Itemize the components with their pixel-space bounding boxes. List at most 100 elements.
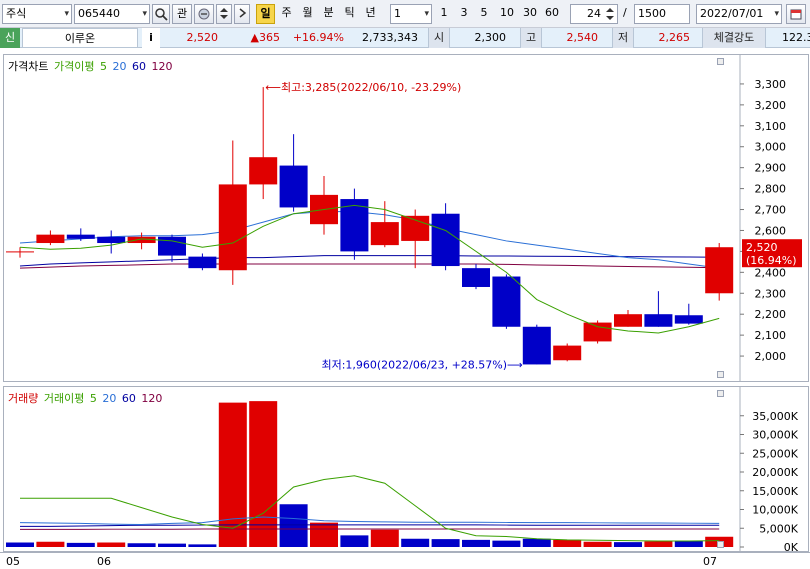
price-tick-label: 2,100 (755, 329, 787, 342)
period-button-month[interactable]: 월 (298, 4, 317, 24)
panel-resize-handle[interactable] (717, 541, 724, 548)
price-ma60-line (19, 255, 720, 267)
calendar-button[interactable] (786, 4, 806, 24)
date-select[interactable]: 2022/07/01 (696, 4, 782, 24)
volume-tick-label: 35,000K (752, 410, 798, 423)
date-value: 2022/07/01 (700, 7, 764, 20)
minute-label: 3 (460, 6, 468, 19)
volume-bar (127, 543, 156, 547)
panel-maximize-button[interactable] (717, 58, 724, 65)
quote-info-bar: 신 이루온 i 2,520 ▲365 +16.94% 2,733,343 시 2… (0, 28, 810, 48)
price-chart[interactable]: 2,0002,1002,2002,3002,4002,5002,6002,700… (4, 55, 808, 381)
stock-info-button[interactable]: i (142, 28, 160, 48)
volume-legend: 거래량 거래이평 5 20 60 120 (8, 390, 164, 406)
period-button-tick[interactable]: 틱 (340, 4, 359, 24)
stock-name: 이루온 (22, 28, 138, 48)
price-legend-ma120: 120 (151, 60, 173, 73)
volume-bar (370, 529, 399, 547)
period-label: 년 (365, 6, 376, 19)
chevron-right-icon (239, 8, 247, 18)
price-tick-label: 3,200 (755, 99, 787, 112)
volume-bar (340, 535, 369, 547)
minute-button-60[interactable]: 60 (541, 4, 563, 24)
low-price: 2,265 (658, 31, 691, 44)
link-icon (198, 8, 210, 20)
up-down-arrows-icon[interactable] (604, 5, 616, 23)
volume-bar (462, 539, 490, 547)
candle-body (583, 322, 612, 342)
price-tick-label: 2,800 (755, 183, 787, 196)
candle-body (522, 326, 551, 365)
volume-ma5-line (20, 475, 720, 542)
price-legend: 가격차트 가격이평 5 20 60 120 (8, 58, 174, 74)
credit-tag: 신 (0, 28, 20, 48)
watchlist-label: 관 (176, 7, 188, 20)
period-button-day[interactable]: 일 (256, 4, 275, 24)
spin-button[interactable] (216, 4, 232, 24)
price-legend-main: 가격차트 (8, 60, 49, 73)
interval-select[interactable]: 1 (390, 4, 432, 24)
price-legend-ma20: 20 (112, 60, 127, 73)
total-count-input[interactable]: 1500 (634, 4, 690, 24)
volume-bar (522, 538, 551, 547)
candle-body (370, 222, 399, 246)
count-slash: / (620, 4, 632, 24)
candle-body (431, 213, 460, 267)
candle-body (705, 247, 734, 294)
price-chart-panel: 2,0002,1002,2002,3002,4002,5002,6002,700… (3, 54, 809, 382)
minute-label: 1 (440, 6, 448, 19)
volume-bar (310, 522, 338, 547)
price-tick-label: 3,000 (755, 141, 787, 154)
search-button[interactable] (152, 4, 170, 24)
period-button-week[interactable]: 주 (277, 4, 296, 24)
info-icon: i (149, 31, 153, 44)
candle-body (674, 315, 703, 324)
minute-button-10[interactable]: 10 (496, 4, 518, 24)
count-value: 24 (587, 7, 601, 20)
volume-tick-label: 10,000K (752, 504, 798, 517)
panel-resize-handle[interactable] (717, 371, 724, 378)
volume-bar (279, 504, 308, 547)
volume-legend-ma-label: 거래이평 (43, 392, 85, 405)
count-input[interactable]: 24 (570, 4, 618, 24)
minute-button-1[interactable]: 1 (436, 4, 452, 24)
magnifier-icon (155, 8, 168, 21)
candle-body (97, 236, 126, 244)
minute-button-30[interactable]: 30 (519, 4, 541, 24)
candle-body (492, 276, 521, 327)
minute-button-5[interactable]: 5 (476, 4, 492, 24)
watchlist-button[interactable]: 관 (172, 4, 192, 24)
volume-ma20-line (19, 516, 720, 526)
candle-body (158, 236, 186, 256)
period-button-minute[interactable]: 분 (319, 4, 338, 24)
price-tick-label: 2,000 (755, 350, 787, 363)
stock-code-input[interactable]: 065440 (74, 4, 150, 24)
link-button[interactable] (194, 4, 214, 24)
volume-ma60-line (20, 524, 720, 527)
period-label: 주 (281, 6, 292, 19)
credit-tag-label: 신 (4, 31, 16, 44)
volume-bar (401, 538, 430, 547)
next-button[interactable] (234, 4, 250, 24)
price-change-pct: +16.94% (292, 31, 344, 44)
slash-label: / (623, 6, 627, 19)
price-tick-label: 2,300 (755, 287, 787, 300)
volume-bar (97, 542, 126, 547)
period-button-year[interactable]: 년 (361, 4, 380, 24)
volume-bar (674, 540, 703, 547)
volume-bar (583, 541, 612, 547)
date-label-june: 06 (97, 555, 111, 568)
interval-value: 1 (394, 7, 401, 20)
volume-chart[interactable]: 0K 5,000K 10,000K 15,000K 20,000K 25,000K 30,0… (4, 387, 808, 551)
market-select[interactable]: 주식 (2, 4, 72, 24)
current-price-tag-pct: (16.94%) (746, 254, 797, 267)
volume-bar (614, 542, 642, 547)
trade-volume: 2,733,343 (362, 31, 418, 44)
stock-code-value: 065440 (78, 7, 120, 20)
minute-label: 30 (523, 6, 537, 19)
open-price: 2,300 (474, 31, 507, 44)
panel-maximize-button[interactable] (717, 390, 724, 397)
period-label: 분 (323, 6, 334, 19)
volume-chart-panel: 0K 5,000K 10,000K 15,000K 20,000K 25,000K 30,0… (3, 386, 809, 552)
minute-button-3[interactable]: 3 (456, 4, 472, 24)
